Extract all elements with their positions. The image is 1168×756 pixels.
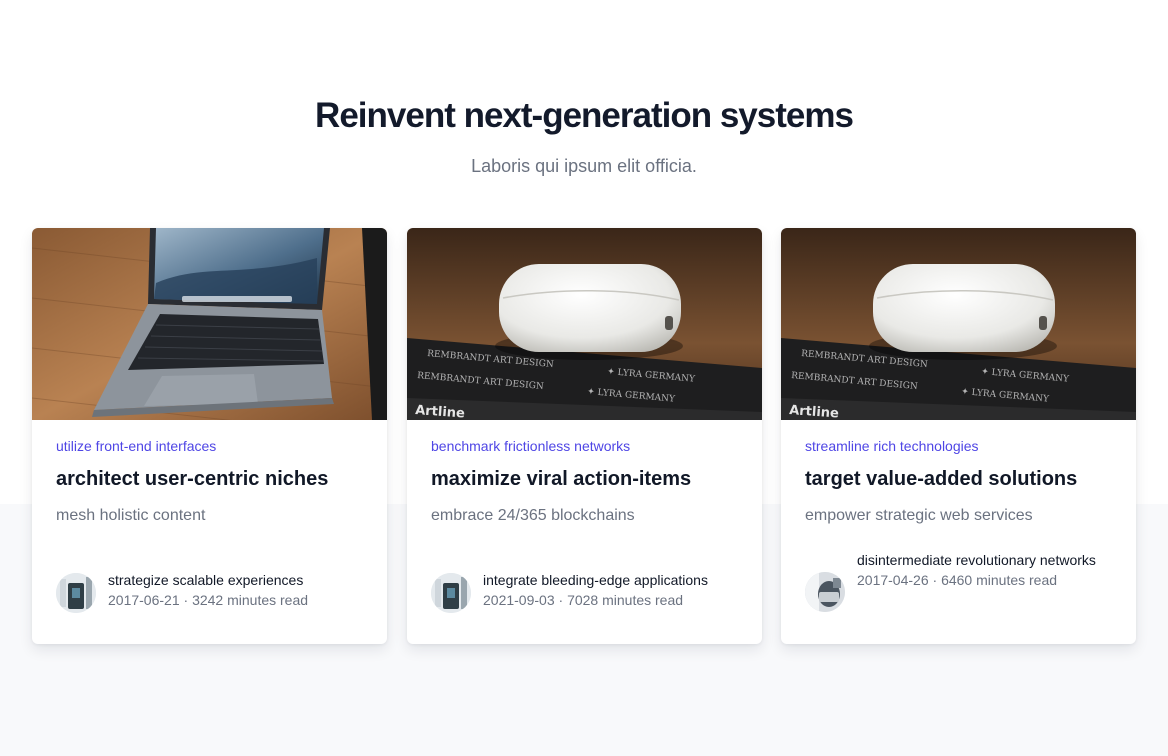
card-excerpt: embrace 24/365 blockchains bbox=[431, 507, 635, 524]
avatar[interactable] bbox=[431, 573, 471, 613]
svg-text:Artline: Artline bbox=[789, 403, 840, 420]
meta-separator: · bbox=[558, 592, 564, 608]
post-meta: 2021-09-03 · 7028 minutes read bbox=[483, 590, 746, 610]
card-title-link[interactable]: architect user-centric niches bbox=[56, 467, 363, 491]
card-excerpt: empower strategic web services bbox=[805, 507, 1033, 524]
card-body: benchmark frictionless networks maximize… bbox=[407, 420, 762, 644]
author-block: integrate bleeding-edge applications 202… bbox=[431, 570, 746, 614]
post-date: 2021-09-03 bbox=[483, 592, 555, 608]
meta-separator: · bbox=[183, 592, 189, 608]
author-info: integrate bleeding-edge applications 202… bbox=[483, 570, 746, 610]
page: Reinvent next-generation systems Laboris… bbox=[0, 0, 1168, 756]
post-date: 2017-04-26 bbox=[857, 572, 929, 588]
laptop-photo-icon[interactable] bbox=[32, 228, 387, 420]
post-date: 2017-06-21 bbox=[108, 592, 180, 608]
author-block: strategize scalable experiences 2017-06-… bbox=[56, 570, 371, 614]
earbuds-case-photo-icon[interactable]: REMBRANDT ART DESIGN ✦ LYRA GERMANY REMB… bbox=[781, 228, 1136, 420]
section-subtitle: Laboris qui ipsum elit officia. bbox=[471, 156, 697, 176]
section-header: Reinvent next-generation systems Laboris… bbox=[0, 96, 1168, 177]
svg-text:Artline: Artline bbox=[415, 403, 466, 420]
card-excerpt: mesh holistic content bbox=[56, 507, 206, 524]
read-time: 7028 minutes read bbox=[567, 592, 684, 608]
card-category-link[interactable]: benchmark frictionless networks bbox=[431, 438, 738, 454]
card-category-link[interactable]: utilize front-end interfaces bbox=[56, 438, 363, 454]
post-meta: 2017-04-26 · 6460 minutes read bbox=[857, 570, 1120, 590]
card-title-link[interactable]: maximize viral action-items bbox=[431, 467, 738, 491]
section-title: Reinvent next-generation systems bbox=[315, 96, 854, 135]
author-name[interactable]: disintermediate revolutionary networks bbox=[857, 550, 1120, 570]
blog-card[interactable]: REMBRANDT ART DESIGN ✦ LYRA GERMANY REMB… bbox=[407, 228, 762, 644]
author-name[interactable]: integrate bleeding-edge applications bbox=[483, 570, 746, 590]
author-info: strategize scalable experiences 2017-06-… bbox=[108, 570, 371, 610]
author-name[interactable]: strategize scalable experiences bbox=[108, 570, 371, 590]
card-category-link[interactable]: streamline rich technologies bbox=[805, 438, 1112, 454]
read-time: 3242 minutes read bbox=[192, 592, 309, 608]
avatar[interactable] bbox=[56, 573, 96, 613]
earbuds-case-photo-icon[interactable]: REMBRANDT ART DESIGN ✦ LYRA GERMANY REMB… bbox=[407, 228, 762, 420]
blog-card[interactable]: REMBRANDT ART DESIGN ✦ LYRA GERMANY REMB… bbox=[781, 228, 1136, 644]
blog-card[interactable]: utilize front-end interfaces architect u… bbox=[32, 228, 387, 644]
card-body: streamline rich technologies target valu… bbox=[781, 420, 1136, 644]
meta-separator: · bbox=[932, 572, 938, 588]
author-block: disintermediate revolutionary networks 2… bbox=[805, 550, 1120, 614]
read-time: 6460 minutes read bbox=[941, 572, 1058, 588]
blog-card-grid: utilize front-end interfaces architect u… bbox=[32, 228, 1136, 644]
card-title-link[interactable]: target value-added solutions bbox=[805, 467, 1112, 491]
author-info: disintermediate revolutionary networks 2… bbox=[857, 550, 1120, 590]
avatar[interactable] bbox=[805, 572, 845, 612]
card-body: utilize front-end interfaces architect u… bbox=[32, 420, 387, 644]
post-meta: 2017-06-21 · 3242 minutes read bbox=[108, 590, 371, 610]
